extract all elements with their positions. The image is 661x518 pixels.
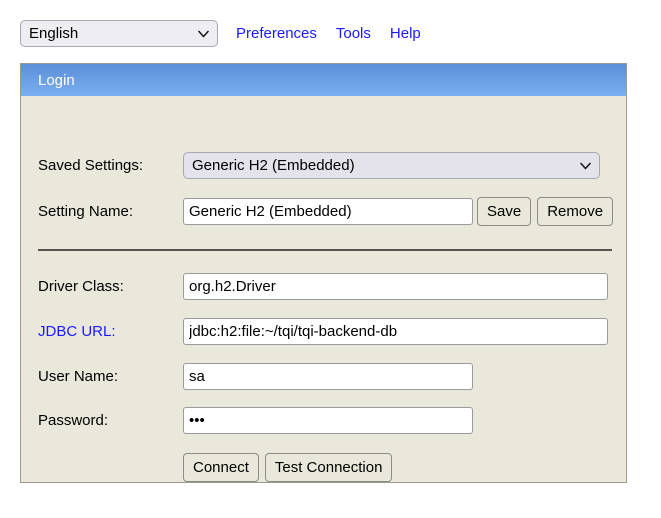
user-name-label: User Name: (38, 368, 119, 385)
remove-button[interactable]: Remove (537, 197, 614, 226)
save-button[interactable]: Save (477, 197, 532, 226)
setting-name-label: Setting Name: (38, 203, 134, 220)
driver-class-input[interactable] (183, 273, 608, 300)
nav-link-preferences[interactable]: Preferences (236, 25, 317, 42)
password-input[interactable] (183, 407, 473, 434)
saved-settings-row: Saved Settings: Generic H2 (Embedded) (38, 152, 600, 179)
panel-body: Saved Settings: Generic H2 (Embedded) Se… (21, 96, 626, 482)
driver-class-row: Driver Class: (38, 273, 608, 300)
setting-name-input[interactable] (183, 198, 473, 225)
user-name-row: User Name: (38, 363, 473, 390)
saved-settings-select[interactable]: Generic H2 (Embedded) (183, 152, 600, 179)
section-divider (38, 249, 612, 251)
login-panel: Login Saved Settings: Generic H2 (Embedd… (20, 63, 627, 483)
saved-settings-label: Saved Settings: (38, 157, 144, 174)
top-toolbar: English Preferences Tools Help (20, 20, 421, 47)
saved-settings-select-wrapper[interactable]: Generic H2 (Embedded) (183, 152, 600, 179)
language-select[interactable]: English (20, 20, 218, 47)
nav-link-help[interactable]: Help (390, 25, 421, 42)
actions-row: Connect Test Connection (38, 453, 393, 482)
driver-class-label: Driver Class: (38, 278, 124, 295)
jdbc-url-input[interactable] (183, 318, 608, 345)
connect-button[interactable]: Connect (183, 453, 259, 482)
nav-links: Preferences Tools Help (236, 25, 421, 42)
panel-header: Login (21, 64, 626, 96)
language-select-wrapper[interactable]: English (20, 20, 218, 47)
jdbc-url-label-link[interactable]: JDBC URL: (38, 323, 183, 340)
setting-name-row: Setting Name: Save Remove (38, 197, 614, 226)
panel-title: Login (38, 71, 75, 89)
nav-link-tools[interactable]: Tools (336, 25, 371, 42)
user-name-input[interactable] (183, 363, 473, 390)
test-connection-button[interactable]: Test Connection (264, 453, 393, 482)
password-row: Password: (38, 407, 473, 434)
password-label: Password: (38, 412, 109, 429)
jdbc-url-row: JDBC URL: (38, 318, 608, 345)
